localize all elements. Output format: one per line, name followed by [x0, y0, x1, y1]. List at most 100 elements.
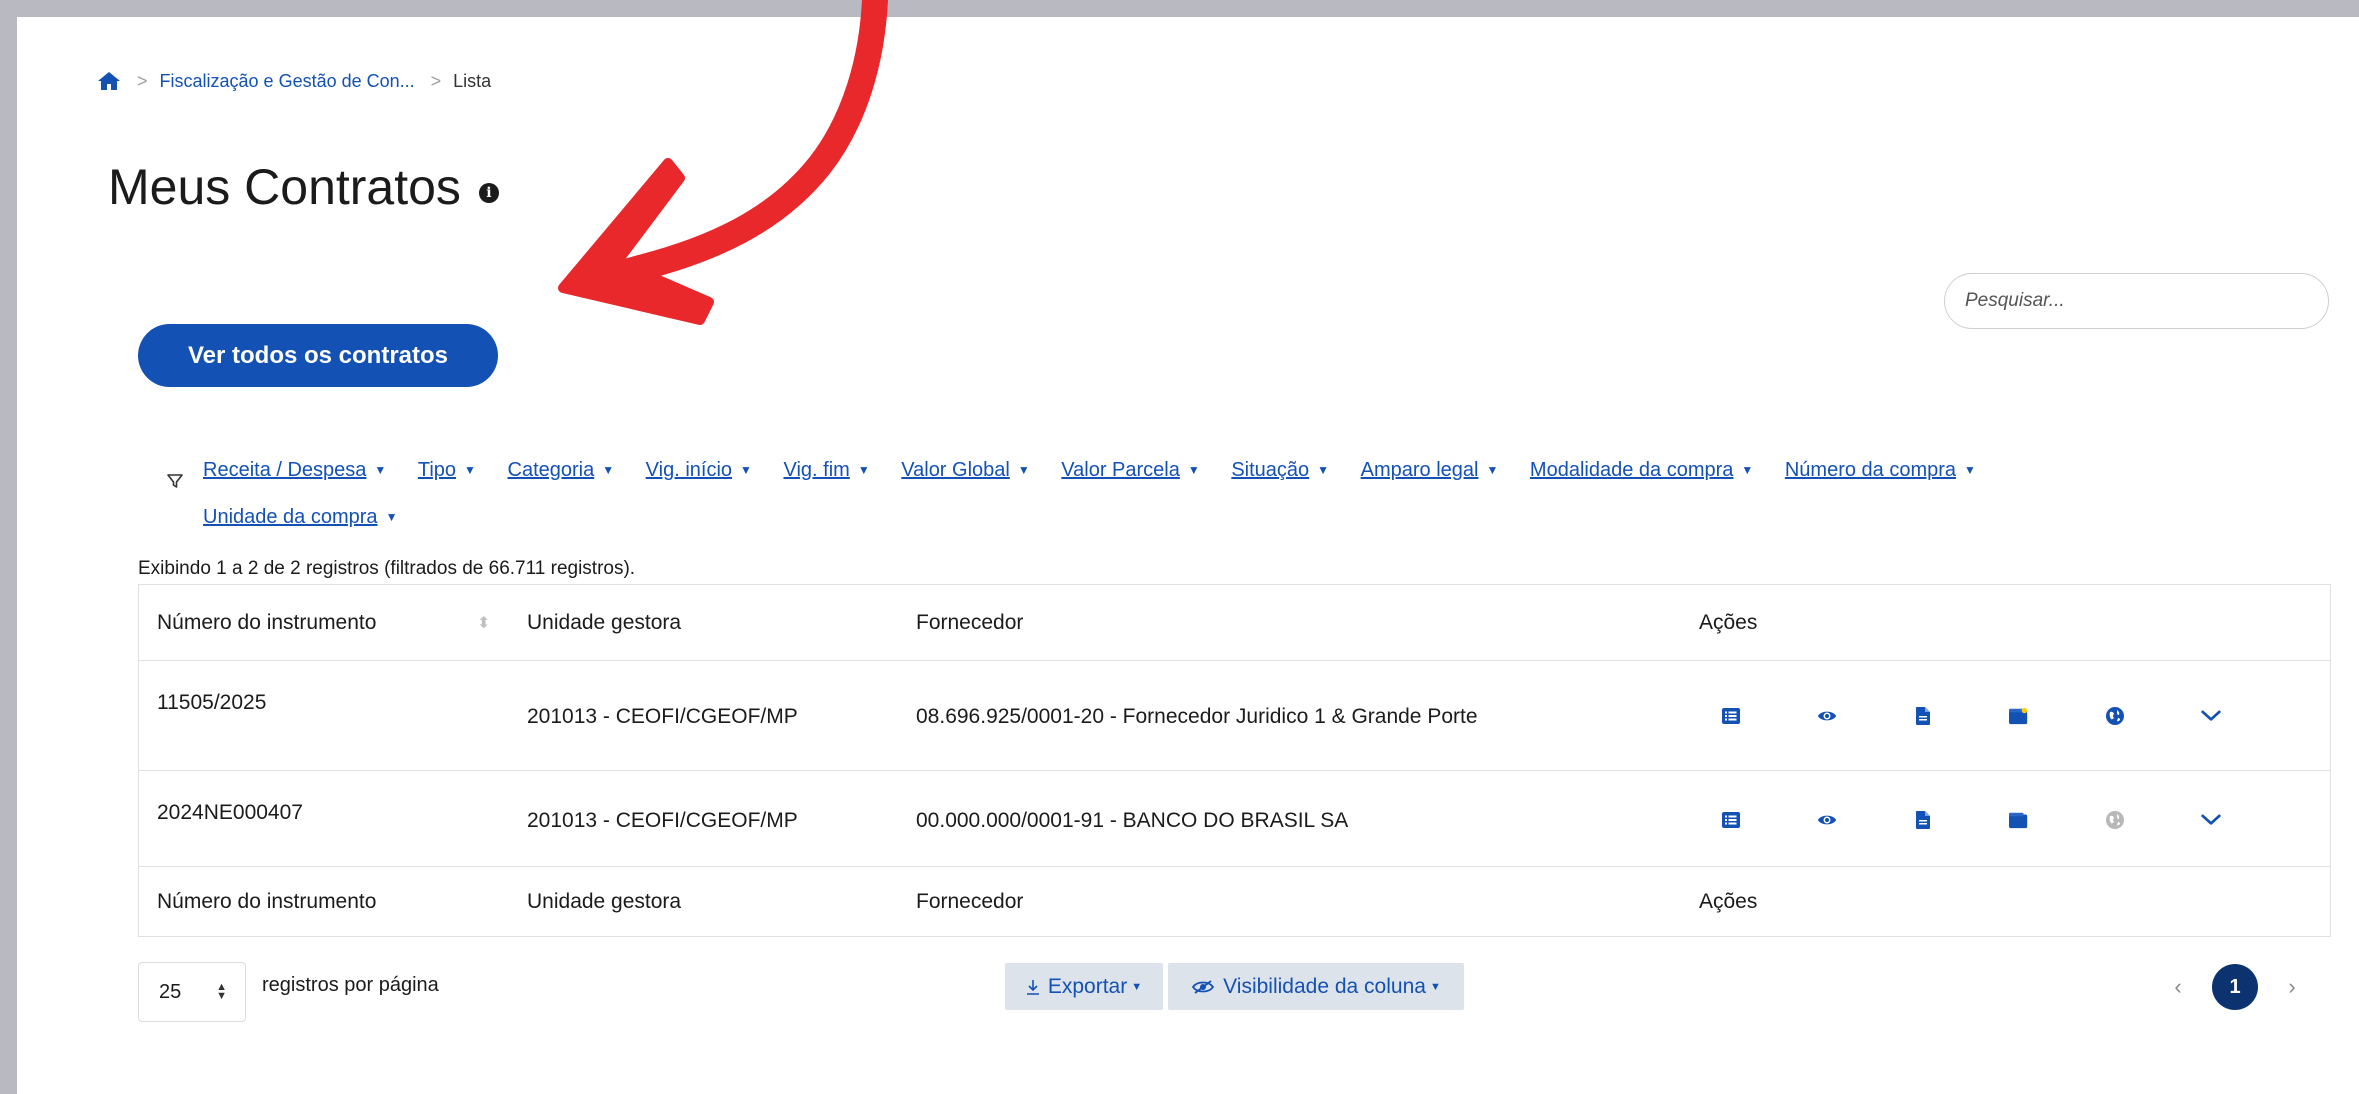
breadcrumb: > Fiscalização e Gestão de Con... > List…: [97, 66, 491, 96]
caret-down-icon: ▼: [1486, 463, 1499, 478]
filter-icon: [166, 472, 184, 495]
list-icon[interactable]: [1721, 810, 1741, 830]
caret-down-icon: ▼: [857, 463, 870, 478]
cell-numero: 11505/2025: [157, 691, 267, 714]
cell-numero: 2024NE000407: [157, 801, 303, 824]
column-footer-unidade: Unidade gestora: [527, 889, 682, 913]
filter-label: Valor Global: [901, 459, 1010, 481]
home-icon[interactable]: [97, 71, 121, 91]
filter-label: Número da compra: [1784, 459, 1957, 481]
column-footer-numero: Número do instrumento: [157, 889, 377, 913]
globe-icon[interactable]: [2105, 706, 2125, 726]
eye-icon[interactable]: [1817, 810, 1837, 830]
caret-down-icon: ▼: [1017, 463, 1030, 478]
per-page-value: 25: [159, 980, 182, 1003]
column-visibility-button[interactable]: Visibilidade da coluna ▼: [1168, 963, 1464, 1010]
filter-label: Amparo legal: [1360, 459, 1479, 481]
filter-valor-parcela[interactable]: Valor Parcela ▼: [1061, 447, 1199, 494]
sort-icon[interactable]: ⬍: [477, 613, 490, 633]
column-header-acoes: Ações: [1699, 610, 1758, 634]
filter-tipo[interactable]: Tipo ▼: [418, 447, 476, 494]
filter-numero-compra[interactable]: Número da compra ▼: [1785, 447, 1976, 494]
breadcrumb-item-fiscalizacao[interactable]: Fiscalização e Gestão de Con...: [160, 71, 415, 92]
filter-categoria[interactable]: Categoria ▼: [508, 447, 615, 494]
per-page-label: registros por página: [262, 974, 439, 996]
filter-label: Tipo: [417, 459, 457, 481]
eye-slash-icon: [1191, 979, 1215, 995]
info-icon[interactable]: i: [478, 183, 499, 203]
cell-fornecedor: 08.696.925/0001-20 - Fornecedor Juridico…: [916, 705, 1478, 728]
caret-down-icon: ▼: [1429, 980, 1441, 993]
document-icon[interactable]: [1913, 706, 1933, 726]
caret-down-icon: ▼: [385, 510, 398, 525]
row-actions: [1721, 706, 2221, 726]
caret-down-icon: ▼: [740, 463, 752, 478]
filter-label: Modalidade da compra: [1529, 459, 1734, 481]
eye-icon[interactable]: [1817, 706, 1837, 726]
document-icon[interactable]: [1913, 810, 1933, 830]
filter-valor-global[interactable]: Valor Global ▼: [901, 447, 1029, 494]
caret-down-icon: ▼: [374, 463, 387, 478]
view-all-contracts-button[interactable]: Ver todos os contratos: [138, 324, 498, 387]
row-actions: [1721, 810, 2221, 830]
cell-fornecedor: 00.000.000/0001-91 - BANCO DO BRASIL SA: [916, 809, 1349, 832]
caret-down-icon: ▼: [602, 463, 615, 478]
caret-down-icon: ▼: [1964, 463, 1976, 478]
table-row: 2024NE000407 201013 - CEOFI/CGEOF/MP 00.…: [139, 771, 2330, 867]
table-footer: Número do instrumento Unidade gestora Fo…: [139, 867, 2330, 936]
per-page-select[interactable]: 25 ▲ ▼: [138, 962, 246, 1022]
export-label: Exportar: [1047, 974, 1128, 998]
search-input[interactable]: [1944, 273, 2329, 329]
select-arrows-icon: ▲ ▼: [216, 981, 227, 1002]
records-info: Exibindo 1 a 2 de 2 registros (filtrados…: [138, 558, 636, 579]
filter-vig-inicio[interactable]: Vig. início ▼: [646, 447, 752, 494]
list-icon[interactable]: [1721, 706, 1741, 726]
download-icon: [1026, 979, 1040, 995]
filter-amparo-legal[interactable]: Amparo legal ▼: [1361, 447, 1499, 494]
filter-modalidade-compra[interactable]: Modalidade da compra ▼: [1530, 447, 1753, 494]
column-header-fornecedor[interactable]: Fornecedor: [916, 611, 1023, 635]
export-button[interactable]: Exportar ▼: [1005, 963, 1163, 1010]
globe-icon: [2105, 810, 2125, 830]
wallet-icon[interactable]: [2009, 706, 2029, 726]
page-title-text: Meus Contratos: [108, 159, 461, 215]
caret-down-icon: ▼: [1741, 463, 1754, 478]
cell-unidade: 201013 - CEOFI/CGEOF/MP: [527, 705, 798, 728]
filter-unidade-compra[interactable]: Unidade da compra ▼: [203, 494, 397, 541]
breadcrumb-separator-icon: >: [137, 70, 148, 91]
wallet-icon[interactable]: [2009, 810, 2029, 830]
filter-label: Valor Parcela: [1061, 459, 1180, 481]
caret-down-icon: ▼: [1187, 463, 1200, 478]
column-footer-acoes: Ações: [1699, 889, 1758, 913]
page-title: Meus Contratos i: [108, 158, 499, 216]
column-header-numero[interactable]: Número do instrumento: [157, 611, 376, 635]
chevron-down-icon[interactable]: [2201, 706, 2221, 726]
caret-down-icon: ▼: [1131, 980, 1143, 993]
breadcrumb-item-lista: Lista: [453, 70, 492, 91]
filter-label: Unidade da compra: [203, 506, 378, 529]
caret-down-icon: ▼: [464, 463, 476, 478]
previous-page-icon[interactable]: ‹: [2168, 974, 2188, 1000]
filter-label: Categoria: [507, 459, 595, 481]
filter-vig-fim[interactable]: Vig. fim ▼: [783, 447, 869, 494]
filter-bar: Receita / Despesa ▼ Tipo ▼ Categoria ▼ Vig.…: [203, 447, 2223, 541]
caret-down-icon: ▼: [1317, 463, 1330, 478]
contracts-table: Número do instrumento ⬍ Unidade gestora …: [138, 584, 2331, 937]
filter-situacao[interactable]: Situação ▼: [1231, 447, 1329, 494]
filter-receita-despesa[interactable]: Receita / Despesa ▼: [203, 447, 386, 494]
table-row: 11505/2025 201013 - CEOFI/CGEOF/MP 08.69…: [139, 661, 2330, 771]
pagination: ‹ 1 ›: [2168, 964, 2302, 1010]
next-page-icon[interactable]: ›: [2282, 974, 2302, 1000]
column-visibility-label: Visibilidade da coluna: [1223, 974, 1426, 998]
filter-label: Situação: [1231, 459, 1310, 481]
column-header-unidade[interactable]: Unidade gestora: [527, 611, 681, 635]
cell-unidade: 201013 - CEOFI/CGEOF/MP: [527, 809, 798, 832]
breadcrumb-separator-icon: >: [430, 70, 442, 91]
chevron-down-icon[interactable]: [2201, 810, 2221, 830]
filter-label: Vig. fim: [783, 459, 850, 481]
table-header: Número do instrumento ⬍ Unidade gestora …: [139, 585, 2330, 661]
filter-label: Vig. início: [645, 459, 733, 481]
column-footer-fornecedor: Fornecedor: [916, 889, 1024, 913]
filter-label: Receita / Despesa: [203, 459, 367, 481]
page-button-current[interactable]: 1: [2212, 964, 2258, 1010]
